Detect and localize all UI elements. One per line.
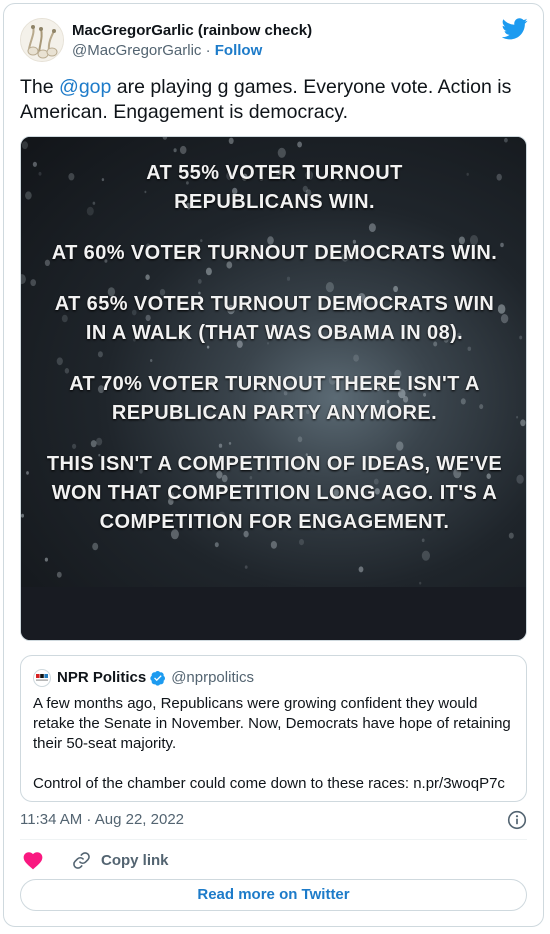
npr-logo-icon	[33, 669, 51, 687]
raindrop	[358, 566, 364, 573]
read-more-button[interactable]: Read more on Twitter	[20, 879, 527, 911]
copy-link-label: Copy link	[101, 851, 169, 869]
tweet-text-start: The	[20, 76, 60, 98]
raindrop	[162, 137, 168, 140]
image-line-1: AT 55% VOTER TURNOUT REPUBLICANS WIN.	[146, 162, 403, 213]
tweet-text: The @gop are playing g games. Everyone v…	[20, 75, 525, 125]
raindrop	[277, 147, 286, 158]
raindrop	[56, 571, 62, 578]
tweet-image[interactable]: AT 55% VOTER TURNOUT REPUBLICANS WIN. AT…	[20, 136, 527, 641]
raindrop	[228, 137, 234, 144]
quoted-tweet[interactable]: NPR Politics @nprpolitics A few months a…	[20, 655, 527, 802]
timestamp-link[interactable]: 11:34 AM · Aug 22, 2022	[20, 811, 184, 828]
link-icon	[73, 851, 90, 869]
quoted-tweet-text: A few months ago, Republicans were growi…	[33, 695, 511, 792]
author-handle[interactable]: @MacGregorGarlic	[72, 42, 201, 59]
like-heart-icon[interactable]	[22, 850, 44, 870]
divider	[20, 839, 527, 840]
author-handle-row: @MacGregorGarlic · Follow	[72, 41, 312, 61]
image-bottom-band	[21, 587, 526, 640]
verified-badge-icon	[150, 671, 166, 686]
timestamp-row: 11:34 AM · Aug 22, 2022	[20, 809, 527, 831]
avatar[interactable]	[20, 18, 64, 62]
image-text: AT 55% VOTER TURNOUT REPUBLICANS WIN. AT…	[21, 159, 526, 559]
quoted-author-handle: @nprpolitics	[171, 669, 254, 686]
follow-link[interactable]: Follow	[215, 42, 263, 59]
author-display-name[interactable]: MacGregorGarlic (rainbow check)	[72, 21, 312, 40]
image-line-4: AT 70% VOTER TURNOUT THERE ISN'T A REPUB…	[69, 373, 480, 424]
quoted-author-name: NPR Politics	[57, 669, 147, 686]
image-line-5: THIS ISN'T A COMPETITION OF IDEAS, WE'VE…	[46, 453, 503, 533]
action-bar: Copy link	[20, 848, 527, 872]
quoted-tweet-header: NPR Politics @nprpolitics	[33, 668, 254, 688]
copy-link-button[interactable]: Copy link	[72, 851, 169, 870]
raindrop	[297, 141, 302, 148]
raindrop	[179, 145, 187, 155]
raindrop	[419, 581, 422, 585]
handle-separator: ·	[201, 42, 215, 59]
twitter-bird-icon[interactable]	[502, 18, 528, 40]
raindrop	[173, 148, 177, 153]
info-icon[interactable]	[507, 810, 527, 830]
raindrop	[504, 137, 508, 143]
raindrop	[244, 565, 248, 569]
raindrop	[21, 141, 28, 150]
author-names: MacGregorGarlic (rainbow check) @MacGreg…	[72, 21, 312, 61]
image-line-2: AT 60% VOTER TURNOUT DEMOCRATS WIN.	[51, 242, 498, 264]
mention-link[interactable]: @gop	[59, 76, 111, 98]
image-line-3: AT 65% VOTER TURNOUT DEMOCRATS WIN IN A …	[54, 293, 495, 344]
tweet-header: MacGregorGarlic (rainbow check) @MacGreg…	[20, 18, 530, 64]
